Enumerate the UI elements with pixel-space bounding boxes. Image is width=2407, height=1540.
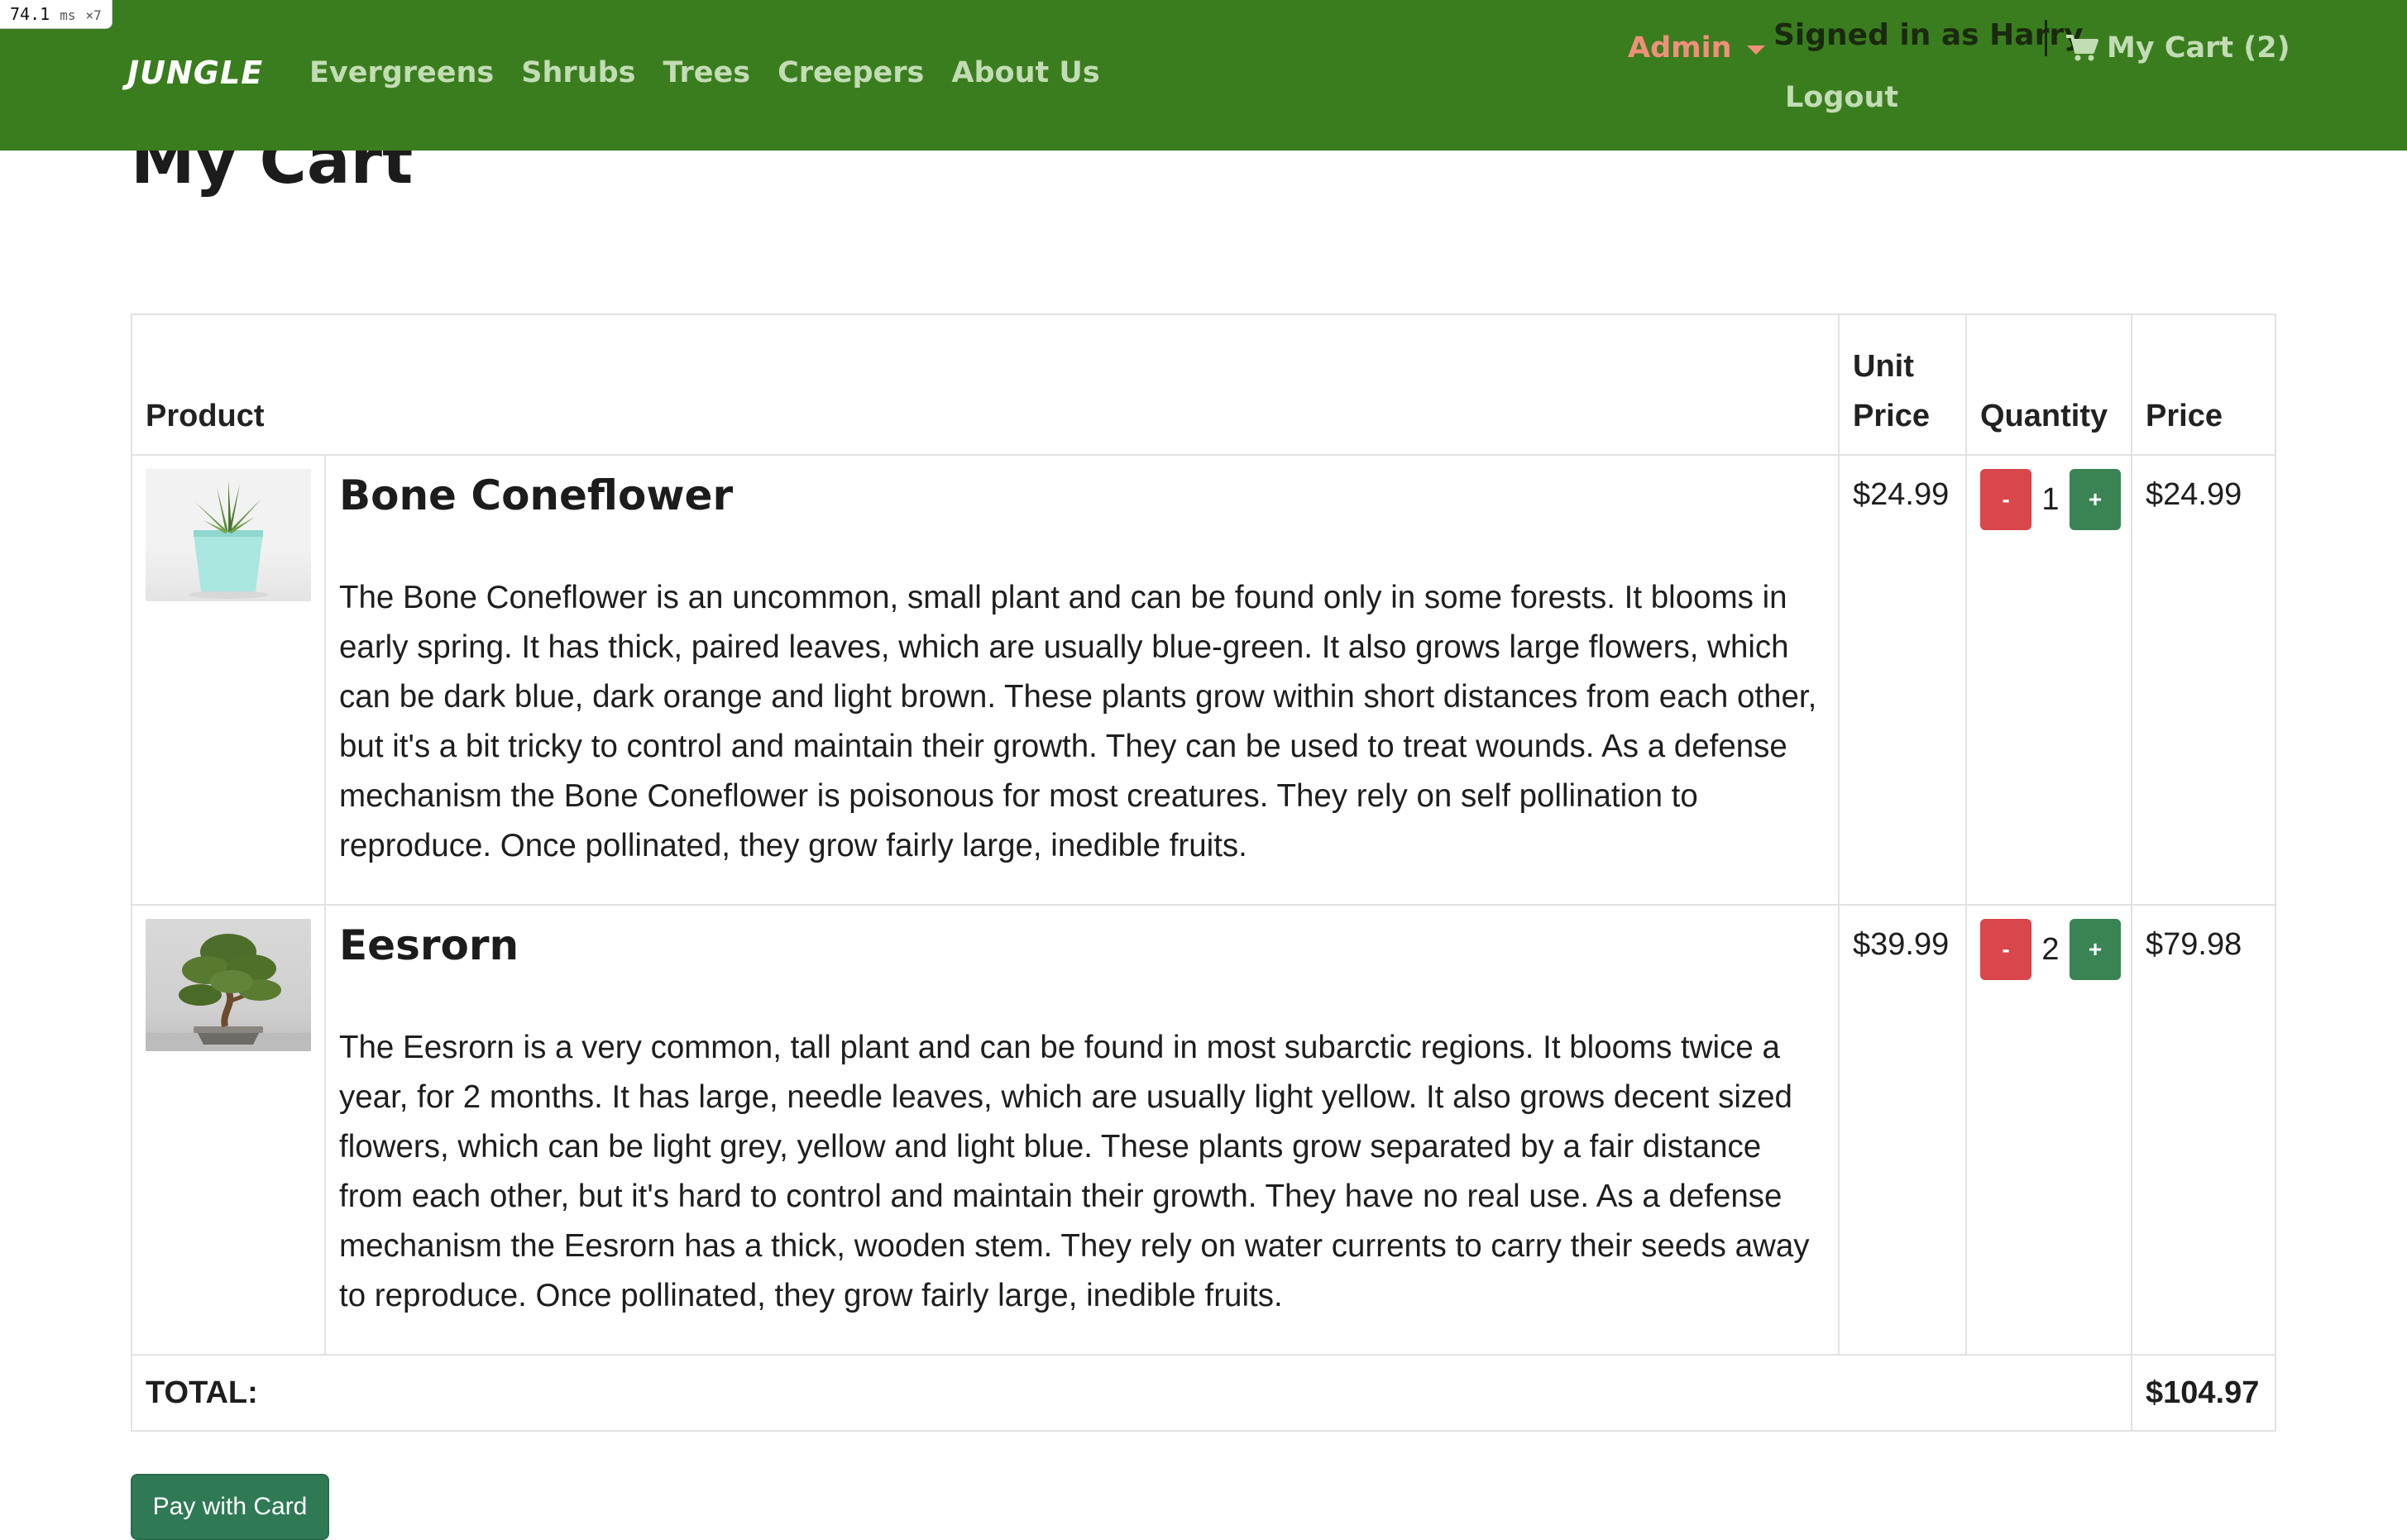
product-name[interactable]: Eesrorn	[339, 919, 1838, 972]
cart-table-header: Product Unit Price Quantity Price	[131, 313, 2276, 456]
header-product: Product	[131, 313, 1840, 456]
cart-total-row: TOTAL: $104.97	[131, 1354, 2276, 1432]
performance-badge: 74.1 ms ×7	[0, 0, 112, 29]
product-image	[146, 469, 311, 601]
admin-label: Admin	[1628, 31, 1732, 65]
my-cart-label: My Cart (2)	[2107, 31, 2290, 65]
quantity-value: 2	[2041, 931, 2060, 967]
product-info-cell: Eesrorn The Eesrorn is a very common, ta…	[324, 904, 1840, 1356]
perf-unit: ms	[60, 7, 76, 23]
caret-down-icon	[1746, 45, 1765, 55]
quantity-stepper: - 1 +	[1967, 456, 2131, 530]
header-price: Price	[2131, 313, 2276, 456]
quantity-cell: - 2 +	[1965, 904, 2132, 1356]
nav-link-shrubs[interactable]: Shrubs	[521, 56, 635, 89]
unit-price-cell: $39.99	[1838, 904, 1967, 1356]
navbar: JUNGLE Evergreens Shrubs Trees Creepers …	[0, 0, 2407, 151]
perf-multiplier: ×7	[85, 7, 102, 23]
product-image-cell	[131, 904, 326, 1356]
perf-value: 74.1	[10, 4, 50, 24]
quantity-value: 1	[2041, 481, 2060, 517]
unit-price-cell: $24.99	[1838, 454, 1967, 906]
brand-logo[interactable]: JUNGLE	[127, 55, 263, 91]
line-price: $79.98	[2146, 927, 2242, 962]
header-unit-price-line1: Unit	[1853, 349, 1914, 384]
total-value-cell: $104.97	[2131, 1354, 2276, 1432]
unit-price: $39.99	[1853, 927, 1950, 962]
admin-dropdown[interactable]: Admin	[1628, 31, 1765, 65]
pay-with-card-button[interactable]: Pay with Card	[131, 1474, 329, 1540]
nav-link-evergreens[interactable]: Evergreens	[309, 56, 494, 89]
quantity-cell: - 1 +	[1965, 454, 2132, 906]
header-unit-price: Unit Price	[1838, 313, 1967, 456]
product-info-cell: Bone Coneflower The Bone Coneflower is a…	[324, 454, 1840, 906]
total-label-cell: TOTAL:	[131, 1354, 2132, 1432]
price-cell: $79.98	[2131, 904, 2276, 1356]
signed-in-text: Signed in as Harry	[1773, 18, 2084, 52]
decrease-quantity-button[interactable]: -	[1980, 919, 2031, 980]
nav-link-about-us[interactable]: About Us	[951, 56, 1099, 89]
product-description: The Bone Coneflower is an uncommon, smal…	[339, 580, 1817, 863]
line-price: $24.99	[2146, 477, 2242, 512]
shopping-cart-icon	[2065, 34, 2098, 62]
cart-item-row: Eesrorn The Eesrorn is a very common, ta…	[131, 904, 2276, 1356]
my-cart-link[interactable]: My Cart (2)	[2065, 31, 2290, 65]
product-name[interactable]: Bone Coneflower	[339, 469, 1838, 522]
nav-link-creepers[interactable]: Creepers	[778, 56, 924, 89]
price-cell: $24.99	[2131, 454, 2276, 906]
cart-table: Product Unit Price Quantity Price Bone C…	[131, 313, 2276, 1432]
logout-link[interactable]: Logout	[1785, 81, 1898, 114]
header-quantity: Quantity	[1965, 313, 2132, 456]
cart-item-row: Bone Coneflower The Bone Coneflower is a…	[131, 454, 2276, 906]
total-value: $104.97	[2146, 1375, 2260, 1410]
product-image	[146, 919, 311, 1051]
header-unit-price-line2: Price	[1853, 399, 1930, 433]
nav-link-trees[interactable]: Trees	[663, 56, 750, 89]
product-image-cell	[131, 454, 326, 906]
total-label: TOTAL:	[146, 1375, 258, 1410]
main-nav: Evergreens Shrubs Trees Creepers About U…	[309, 56, 1100, 89]
unit-price: $24.99	[1853, 477, 1950, 512]
product-description: The Eesrorn is a very common, tall plant…	[339, 1030, 1810, 1313]
decrease-quantity-button[interactable]: -	[1980, 469, 2031, 530]
increase-quantity-button[interactable]: +	[2070, 469, 2121, 530]
quantity-stepper: - 2 +	[1967, 906, 2131, 980]
nav-divider	[2045, 20, 2047, 56]
increase-quantity-button[interactable]: +	[2070, 919, 2121, 980]
